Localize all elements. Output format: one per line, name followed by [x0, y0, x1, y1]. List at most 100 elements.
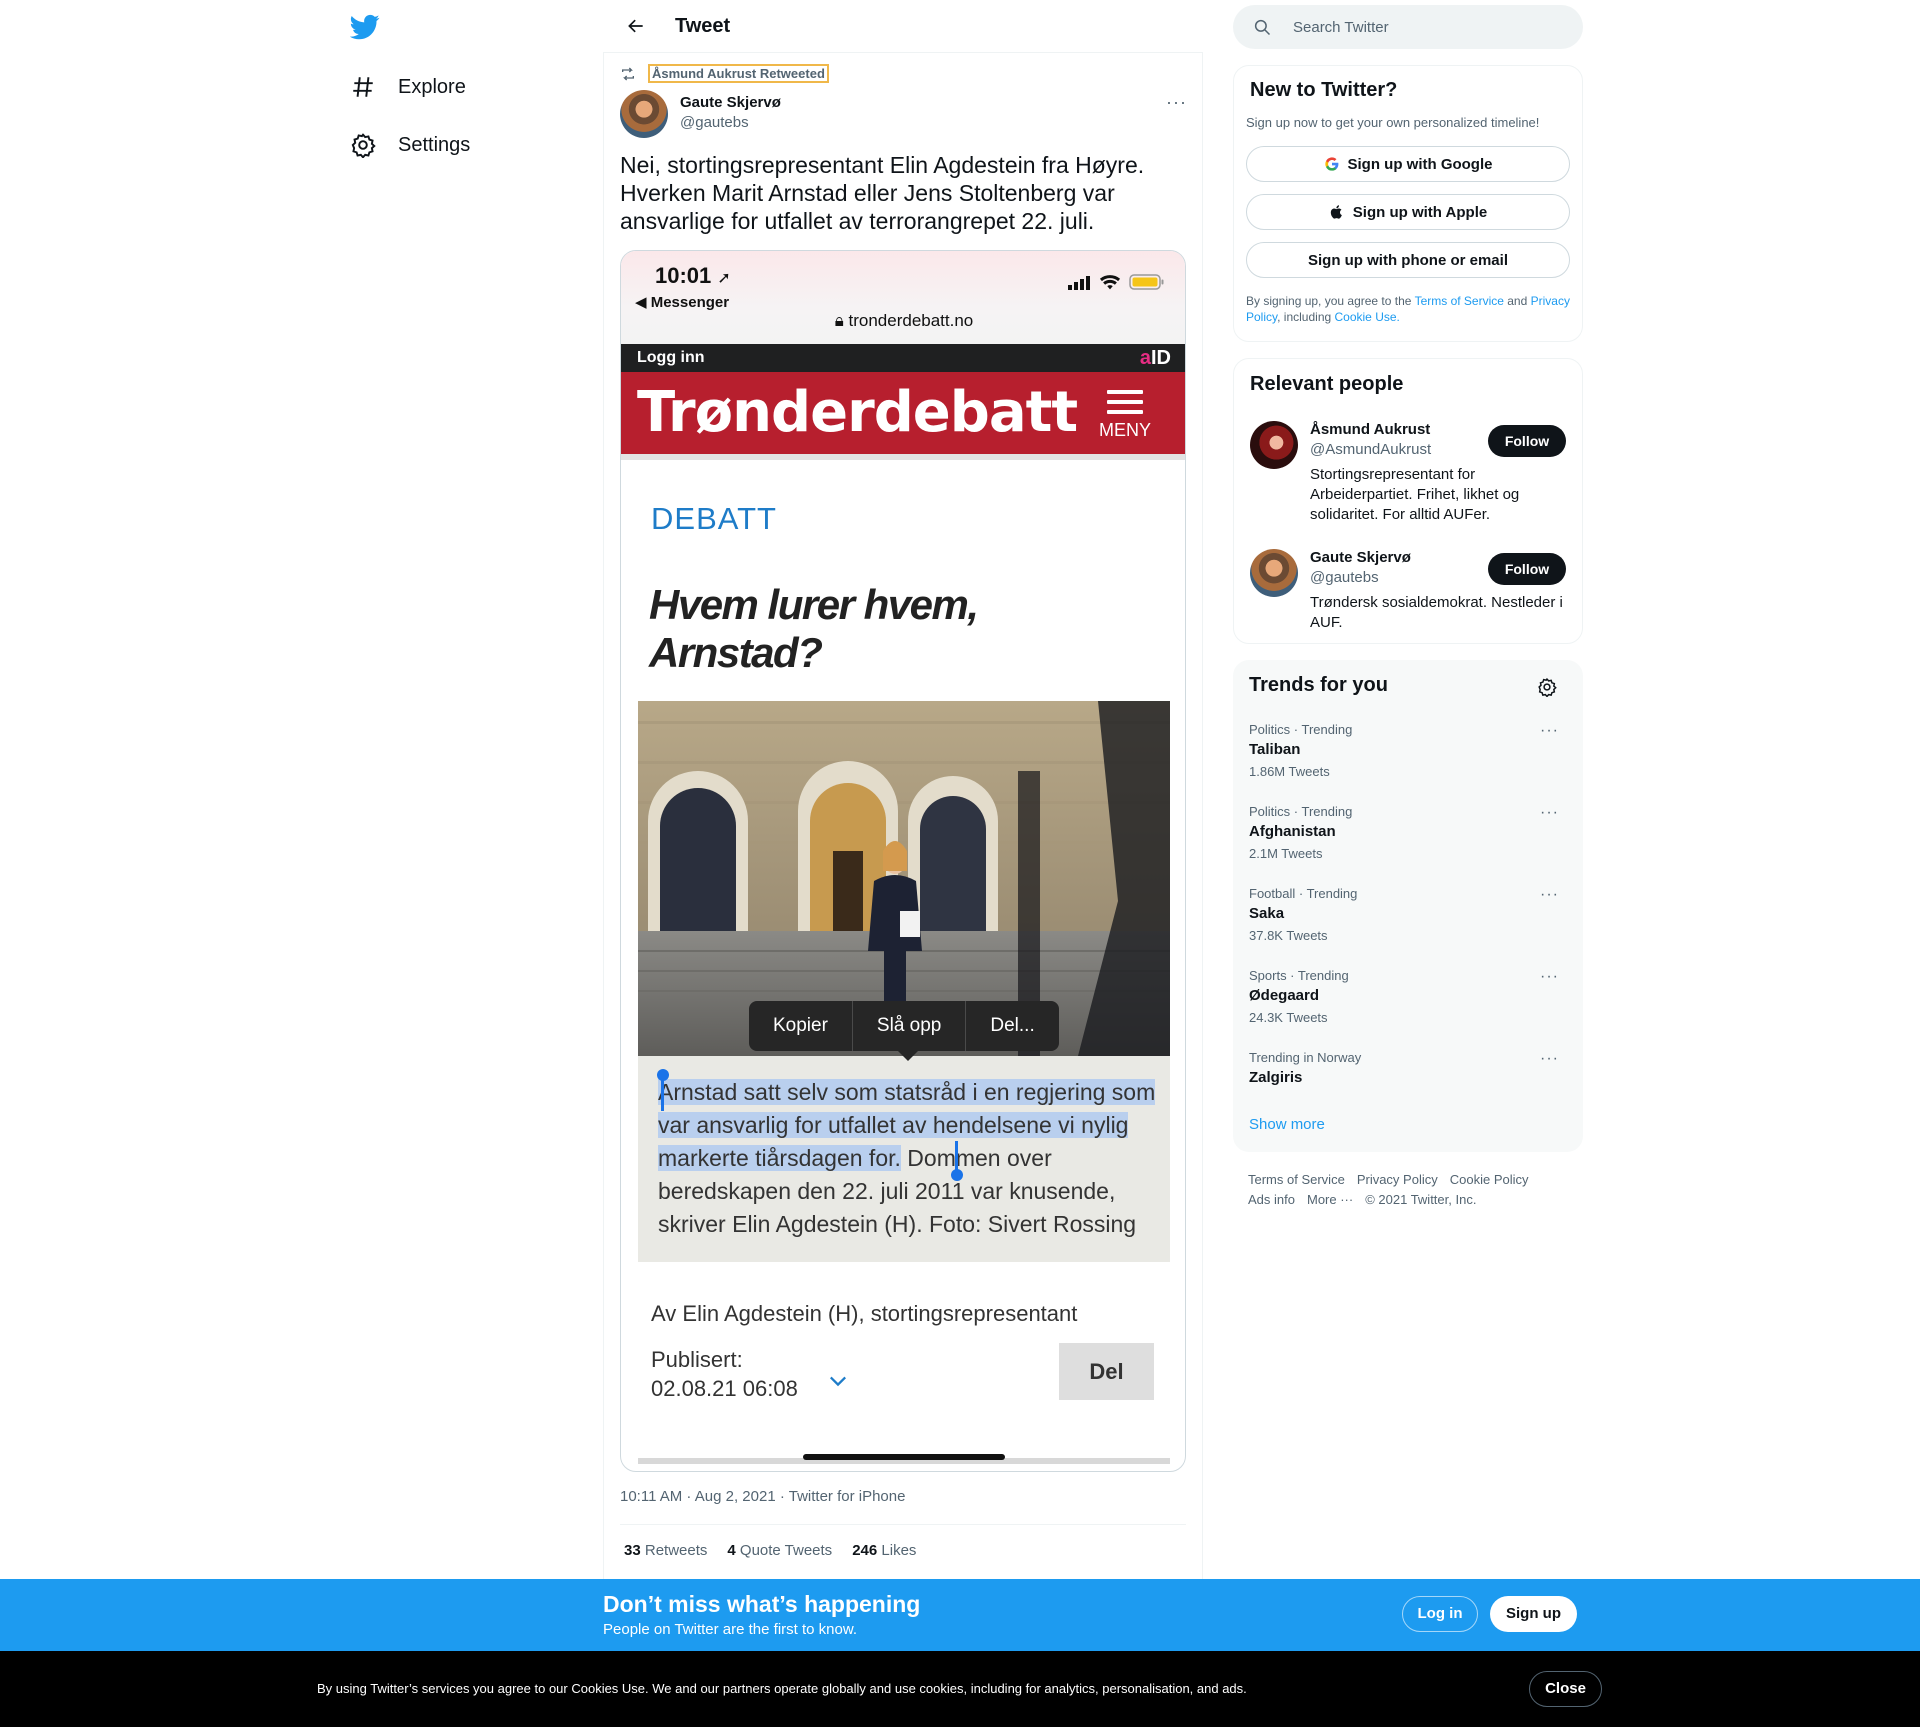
person-handle[interactable]: @AsmundAukrust: [1310, 441, 1490, 458]
footer-terms-link[interactable]: Terms of Service: [1248, 1172, 1345, 1187]
footer-ads-link[interactable]: Ads info: [1248, 1192, 1295, 1207]
page-title: Tweet: [675, 14, 731, 37]
cookie-close-button[interactable]: Close: [1529, 1671, 1602, 1707]
footer-cookie-link[interactable]: Cookie Policy: [1450, 1172, 1529, 1187]
battery-icon: [1129, 274, 1164, 290]
divider: [621, 454, 1185, 460]
person-name[interactable]: Gaute Skjervø: [1310, 549, 1490, 566]
tweet-text: Nei, stortingsrepresentant Elin Agdestei…: [620, 152, 1145, 234]
signup-apple-button[interactable]: Sign up with Apple: [1246, 194, 1570, 230]
more-options-icon[interactable]: ···: [1540, 722, 1559, 740]
person-name[interactable]: Åsmund Aukrust: [1310, 421, 1490, 438]
quote-tweets-link[interactable]: 4 Quote Tweets: [727, 1542, 832, 1559]
menu-arrow: [898, 1051, 918, 1061]
trend-item[interactable]: Politics · Trending Taliban 1.86M Tweets: [1249, 722, 1352, 779]
trend-item[interactable]: Politics · Trending Afghanistan 2.1M Twe…: [1249, 804, 1352, 861]
signup-banner: Don’t miss what’s happening People on Tw…: [0, 1579, 1920, 1651]
search-input[interactable]: Search Twitter: [1233, 5, 1583, 49]
location-arrow-icon: ➚: [717, 270, 731, 287]
lock-icon: 🔒︎: [834, 311, 844, 330]
nav-settings[interactable]: Settings: [350, 132, 470, 158]
follow-button[interactable]: Follow: [1488, 553, 1566, 585]
aid-logo: aID: [1139, 347, 1171, 369]
chevron-down-icon: [830, 1376, 846, 1387]
footer-privacy-link[interactable]: Privacy Policy: [1357, 1172, 1438, 1187]
back-button[interactable]: [609, 16, 663, 36]
search-icon: [1254, 19, 1271, 36]
selection-caret-start: [661, 1076, 664, 1111]
tweet-timestamp[interactable]: 10:11 AM · Aug 2, 2021 · Twitter for iPh…: [620, 1488, 905, 1505]
gear-icon: [351, 133, 376, 158]
nav-settings-label: Settings: [398, 133, 471, 156]
follow-button[interactable]: Follow: [1488, 425, 1566, 457]
relevant-people-card: Relevant people Åsmund Aukrust @AsmundAu…: [1233, 358, 1583, 644]
signup-subtitle: Sign up now to get your own personalized…: [1246, 115, 1540, 130]
more-options-icon[interactable]: ···: [1540, 804, 1559, 822]
menu-share: Del...: [990, 1015, 1035, 1036]
more-options-icon[interactable]: ···: [1166, 92, 1187, 113]
person-info[interactable]: Gaute Skjervø @gautebs: [1310, 549, 1490, 586]
retweet-icon: [622, 67, 634, 80]
trends-card: Trends for you Politics · Trending Talib…: [1233, 660, 1583, 1152]
signup-button[interactable]: Sign up: [1490, 1596, 1577, 1632]
person-handle[interactable]: @gautebs: [1310, 569, 1490, 586]
home-indicator: [803, 1454, 1005, 1460]
section-label: DEBATT: [651, 501, 777, 536]
trend-item[interactable]: Football · Trending Saka 37.8K Tweets: [1249, 886, 1357, 943]
twitter-logo-icon[interactable]: [349, 12, 380, 42]
photo-caption: Arnstad satt selv som statsråd i en regj…: [638, 1056, 1170, 1262]
person-bio: Trøndersk sosialdemokrat. Nestleder i AU…: [1310, 594, 1563, 631]
menu-lookup: Slå opp: [853, 1001, 967, 1051]
tweet-media-image[interactable]: 10:01 ➚ ◀ Messenger 🔒︎ tronderdebatt.no …: [620, 250, 1186, 1472]
trend-item[interactable]: Sports · Trending Ødegaard 24.3K Tweets: [1249, 968, 1349, 1025]
phone-status-icons: [1067, 273, 1165, 291]
hamburger-icon: [1099, 390, 1151, 414]
arrow-left-icon: [628, 19, 643, 33]
phone-back-label: ◀ Messenger: [635, 294, 730, 311]
article-share-button: Del: [1059, 1343, 1154, 1400]
gear-icon[interactable]: [1537, 677, 1557, 697]
retweeted-by-link[interactable]: Åsmund Aukrust Retweeted: [648, 64, 829, 83]
page-header: Tweet: [603, 0, 1203, 53]
more-options-icon[interactable]: ···: [1540, 886, 1559, 904]
more-options-icon[interactable]: ···: [1540, 1050, 1559, 1068]
signup-legal: By signing up, you agree to the Terms of…: [1246, 294, 1570, 324]
trends-title: Trends for you: [1249, 674, 1388, 696]
search-placeholder: Search Twitter: [1293, 18, 1389, 36]
author-handle[interactable]: @gautebs: [680, 114, 781, 131]
show-more-link[interactable]: Show more: [1249, 1116, 1325, 1133]
article-byline: Av Elin Agdestein (H), stortingsrepresen…: [651, 1301, 1078, 1326]
more-options-icon[interactable]: ···: [1540, 968, 1559, 986]
author-avatar[interactable]: [620, 90, 668, 138]
person-avatar[interactable]: [1250, 421, 1298, 469]
site-logo: Trønderdebatt: [637, 380, 1078, 445]
menu-copy: Kopier: [749, 1001, 853, 1051]
phone-url-bar: 🔒︎ tronderdebatt.no: [834, 311, 974, 330]
phone-time: 10:01 ➚: [655, 263, 731, 288]
signal-icon: [1068, 276, 1090, 290]
cookie-link[interactable]: Cookie Use.: [1335, 310, 1400, 324]
trend-item[interactable]: Trending in Norway Zalgiris: [1249, 1050, 1361, 1086]
hashtag-icon: [353, 77, 373, 97]
author-block[interactable]: Gaute Skjervø @gautebs: [680, 94, 781, 131]
person-info[interactable]: Åsmund Aukrust @AsmundAukrust: [1310, 421, 1490, 458]
relevant-people-title: Relevant people: [1250, 373, 1404, 395]
cookie-text: By using Twitter’s services you agree to…: [317, 1681, 1247, 1696]
google-icon: [1324, 157, 1338, 171]
retweets-link[interactable]: 33 Retweets: [624, 1542, 707, 1559]
wifi-icon: [1099, 275, 1121, 290]
person-avatar[interactable]: [1250, 549, 1298, 597]
divider: [620, 1524, 1186, 1525]
signup-card: New to Twitter? Sign up now to get your …: [1233, 65, 1583, 342]
footer-links: Terms of Service Privacy Policy Cookie Pol…: [1248, 1170, 1578, 1210]
signup-google-button[interactable]: Sign up with Google: [1246, 146, 1570, 182]
author-name[interactable]: Gaute Skjervø: [680, 94, 781, 111]
footer-more-link[interactable]: More ···: [1307, 1192, 1353, 1207]
person-bio: Stortingsrepresentant for Arbeiderpartie…: [1310, 466, 1520, 523]
nav-explore[interactable]: Explore: [350, 74, 466, 100]
likes-link[interactable]: 246 Likes: [852, 1542, 916, 1559]
signup-phone-button[interactable]: Sign up with phone or email: [1246, 242, 1570, 278]
terms-link[interactable]: Terms of Service: [1415, 294, 1504, 308]
login-button[interactable]: Log in: [1402, 1596, 1478, 1632]
cookie-bar: By using Twitter’s services you agree to…: [0, 1651, 1920, 1727]
